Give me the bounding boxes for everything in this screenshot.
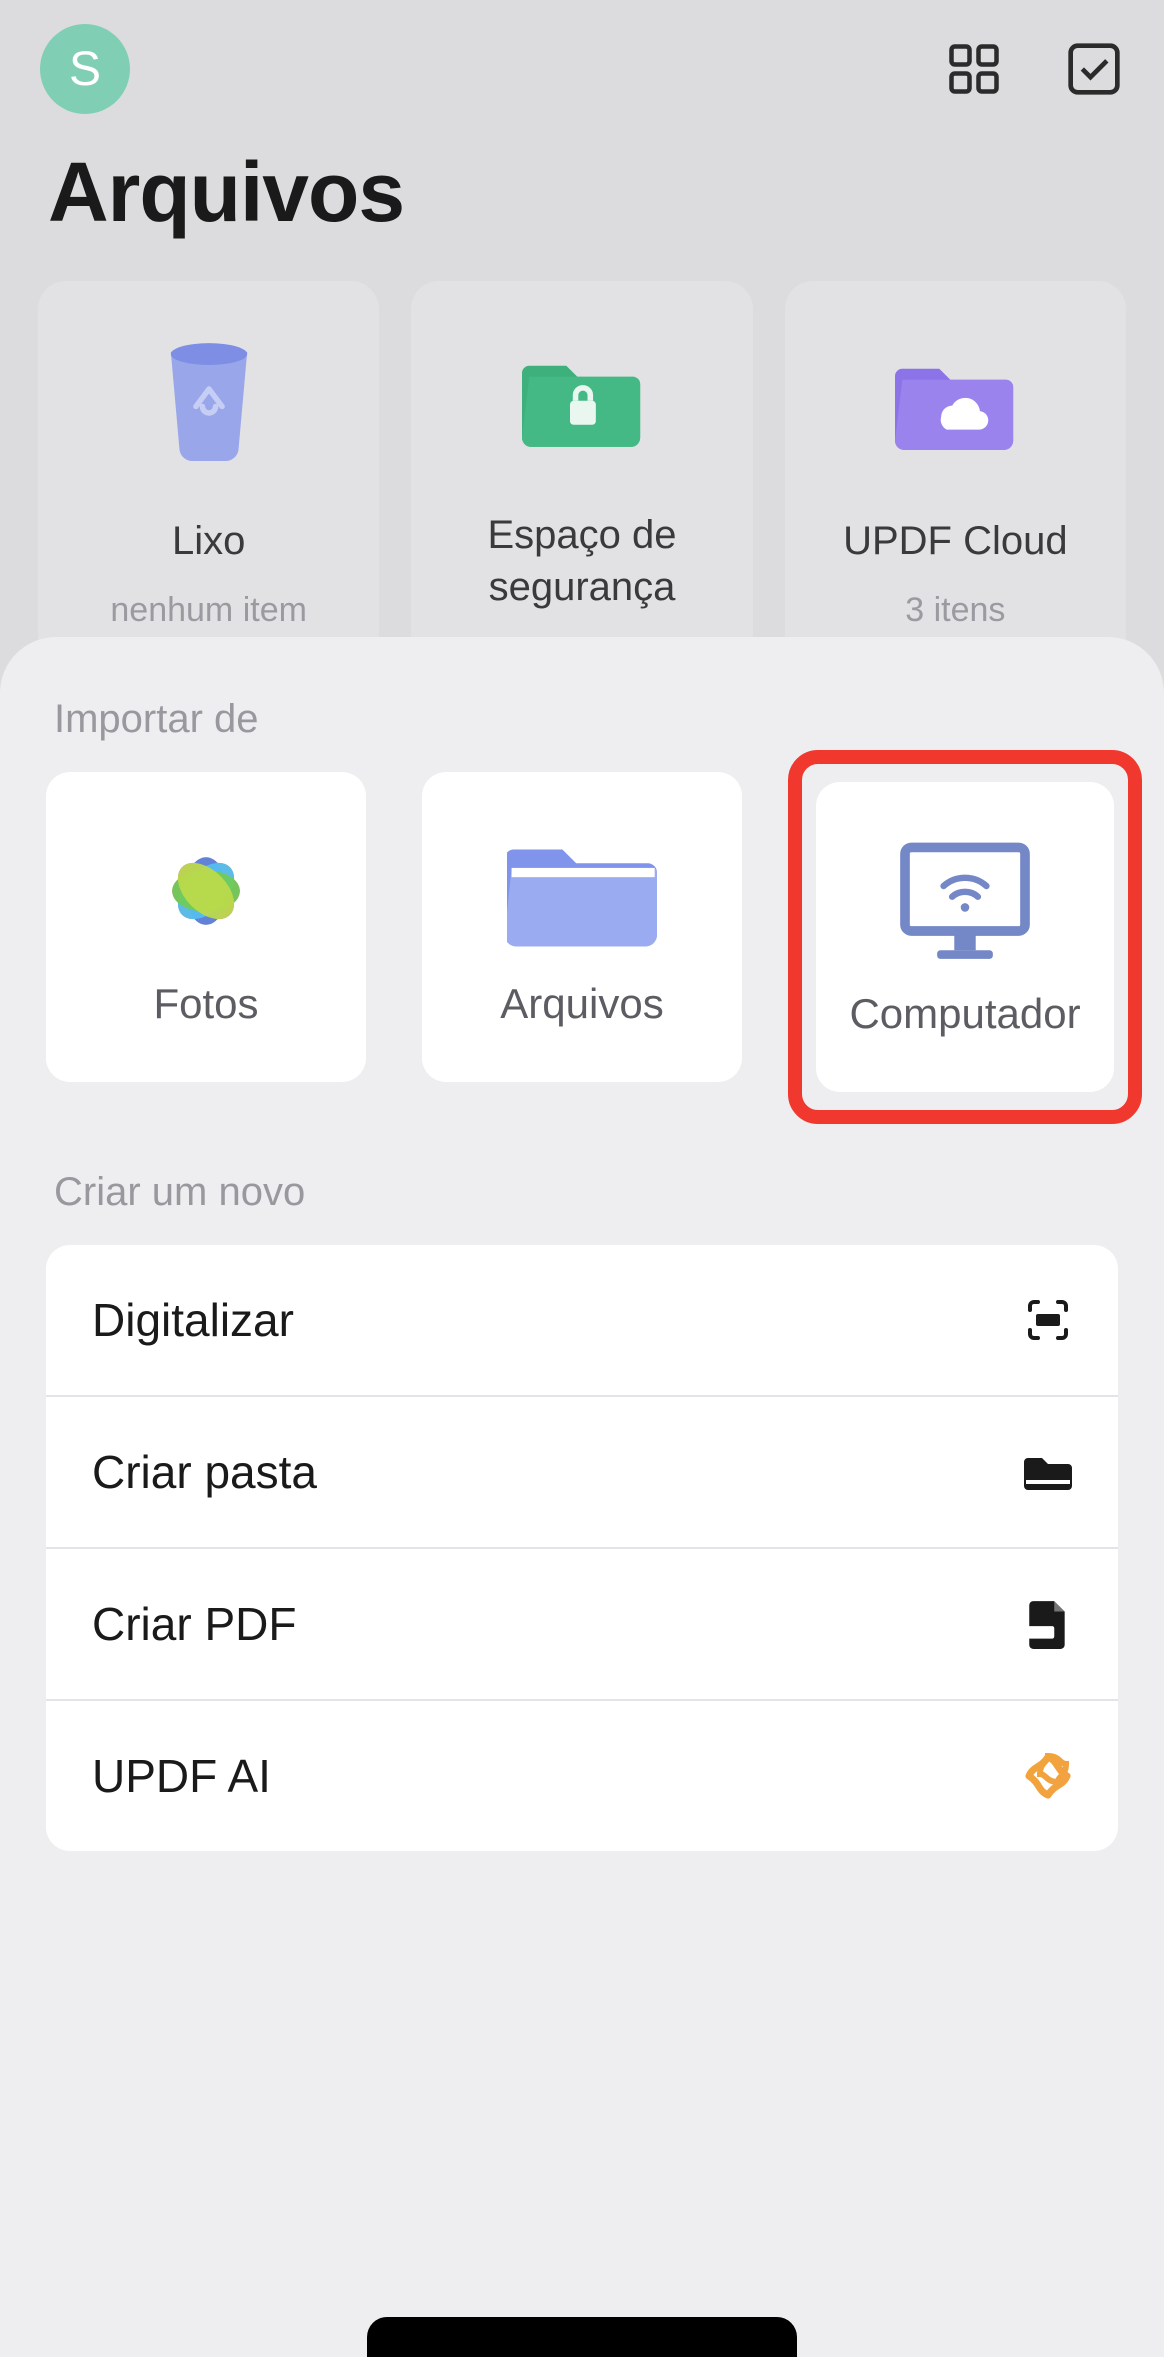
card-subtitle: nenhum item: [110, 591, 307, 630]
checkbox-icon: [1066, 41, 1122, 97]
card-title: Lixo: [172, 515, 245, 567]
folder-icon: [507, 826, 657, 956]
pdf-file-icon: [1024, 1600, 1072, 1648]
import-computer[interactable]: Computador: [816, 782, 1114, 1092]
import-section-label: Importar de: [54, 697, 1118, 742]
import-label: Arquivos: [500, 980, 663, 1028]
lock-folder-icon: [522, 341, 642, 455]
trash-icon: [149, 341, 269, 461]
home-indicator[interactable]: [367, 2317, 797, 2357]
create-section: Criar um novo Digitalizar Criar pasta: [46, 1170, 1118, 1851]
create-pdf[interactable]: Criar PDF: [46, 1549, 1118, 1701]
avatar[interactable]: S: [40, 24, 130, 114]
create-updf-ai[interactable]: UPDF AI: [46, 1701, 1118, 1851]
import-label: Fotos: [153, 980, 258, 1028]
create-item-label: Digitalizar: [92, 1293, 294, 1347]
create-folder[interactable]: Criar pasta: [46, 1397, 1118, 1549]
header-bar: S: [0, 0, 1164, 114]
highlight-annotation: Computador: [788, 750, 1142, 1124]
create-scan[interactable]: Digitalizar: [46, 1245, 1118, 1397]
page-title: Arquivos: [0, 114, 1164, 261]
scan-icon: [1024, 1296, 1072, 1344]
card-subtitle: 3 itens: [905, 591, 1005, 630]
cloud-folder-icon: [895, 341, 1015, 461]
select-button[interactable]: [1064, 39, 1124, 99]
create-item-label: Criar pasta: [92, 1445, 317, 1499]
card-title: Espaço de segurança: [411, 509, 752, 613]
import-photos[interactable]: Fotos: [46, 772, 366, 1082]
updf-ai-icon: [1024, 1752, 1072, 1800]
folder-solid-icon: [1024, 1448, 1072, 1496]
computer-wifi-icon: [890, 836, 1040, 966]
grid-view-button[interactable]: [944, 39, 1004, 99]
photos-icon: [131, 826, 281, 956]
create-item-label: Criar PDF: [92, 1597, 296, 1651]
grid-icon: [947, 42, 1001, 96]
import-label: Computador: [849, 990, 1080, 1038]
create-section-label: Criar um novo: [54, 1170, 1118, 1215]
card-title: UPDF Cloud: [843, 515, 1068, 567]
create-item-label: UPDF AI: [92, 1749, 271, 1803]
bottom-sheet: Importar de Fotos: [0, 637, 1164, 2357]
import-files[interactable]: Arquivos: [422, 772, 742, 1082]
create-list: Digitalizar Criar pasta: [46, 1245, 1118, 1851]
import-row: Fotos Arquivos: [46, 772, 1118, 1102]
